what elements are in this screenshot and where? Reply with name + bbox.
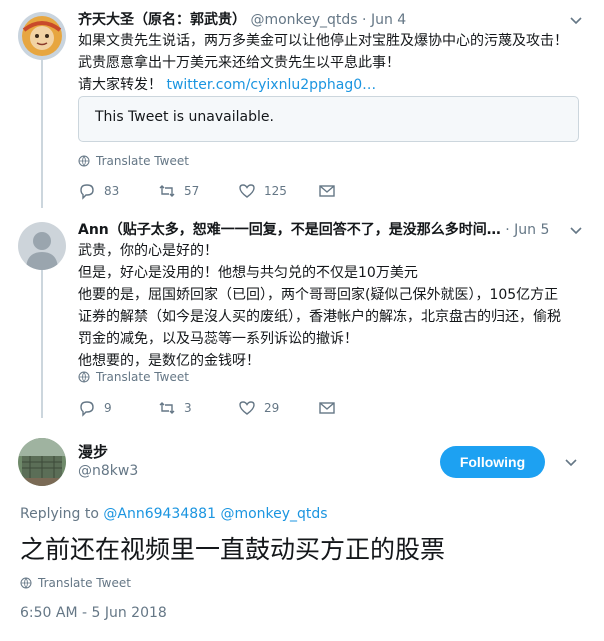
translate-label: Translate Tweet [38,576,131,590]
retweet-button[interactable]: 57 [158,182,238,200]
avatar[interactable] [18,222,66,270]
retweet-icon [159,402,175,414]
avatar[interactable] [18,12,66,60]
tweet-text: 如果文贵先生说话，两万多美金可以让他停止对宝胜及爆协中心的污蔑及攻击！ 武贵愿意… [78,30,568,96]
message-icon [319,185,335,197]
like-count: 29 [264,401,280,415]
display-name[interactable]: 齐天大圣（原名：郭武贵） [78,12,246,28]
tweet-item[interactable]: Ann（贴子太多，恕难一一回复，不是回答不了，是没那么多时间… · Jun 5 … [0,220,604,420]
avatar[interactable] [18,438,66,486]
tweet-actions: 9 3 29 [78,399,336,417]
tweet-date[interactable]: Jun 4 [371,12,406,28]
retweet-button[interactable]: 3 [158,399,238,417]
tweet-date[interactable]: Jun 5 [514,222,549,238]
separator-dot: · [505,222,510,238]
globe-icon [20,577,32,589]
quoted-tweet-unavailable: This Tweet is unavailable. [95,109,274,125]
reply-to-link[interactable]: @Ann69434881 [103,506,216,522]
message-button[interactable] [318,182,336,200]
tweet-line-text: 请大家转发！ [78,77,162,93]
like-icon [239,401,255,415]
message-icon [319,402,335,414]
user-handle[interactable]: @monkey_qtds [250,12,357,28]
display-name[interactable]: Ann（贴子太多，恕难一一回复，不是回答不了，是没那么多时间… [78,222,501,238]
main-tweet-text: 之前还在视频里一直鼓动买方正的股票 [20,535,446,564]
globe-icon [78,371,90,383]
caret-down-icon[interactable] [568,12,584,28]
user-handle[interactable]: @n8kw3 [78,463,138,479]
tweet-line: 他要的是，屈国娇回家（已回），两个哥哥回家(疑似己保外就医），105亿方正 [78,287,559,303]
tweet-line: 他想要的，是数亿的金钱呀！ [78,353,260,369]
translate-label: Translate Tweet [96,154,189,168]
tweet-actions: 83 57 125 [78,182,336,200]
reply-icon [80,401,94,417]
quoted-tweet-card[interactable]: This Tweet is unavailable. [78,96,579,142]
retweet-count: 57 [184,184,200,198]
reply-count: 9 [104,401,112,415]
tweet-line: 证券的解禁（如今是沒人买的废纸），香港帐户的解冻，北京盘古的归还，偷税 [78,309,561,325]
tweet-item[interactable]: 齐天大圣（原名：郭武贵） @monkey_qtds · Jun 4 如果文贵先生… [0,10,604,210]
separator-dot: · [362,12,367,28]
like-button[interactable]: 125 [238,182,318,200]
replying-to: Replying to @Ann69434881 @monkey_qtds [20,506,328,522]
globe-icon [78,155,90,167]
message-button[interactable] [318,399,336,417]
tweet-header: 齐天大圣（原名：郭武贵） @monkey_qtds · Jun 4 [78,10,406,30]
reply-to-link[interactable]: @monkey_qtds [220,506,327,522]
reply-icon [80,184,94,200]
translate-tweet-link[interactable]: Translate Tweet [78,154,189,168]
tweet-line: 罚金的减免，以及马蕊等一系列诉讼的撤诉！ [78,331,358,347]
like-button[interactable]: 29 [238,399,318,417]
tweet-timestamp[interactable]: 6:50 AM - 5 Jun 2018 [20,605,167,621]
retweet-count: 3 [184,401,192,415]
tweet-header: Ann（贴子太多，恕难一一回复，不是回答不了，是没那么多时间… · Jun 5 [78,220,549,240]
tweet-link[interactable]: twitter.com/cyixnlu2pphag0… [166,77,376,93]
retweet-icon [159,185,175,197]
tweet-text: 武贵，你的心是好的！ 但是，好心是没用的！他想与共匀兑的不仅是10万美元 他要的… [78,240,561,372]
display-name[interactable]: 漫步 [78,441,108,462]
caret-down-icon[interactable] [563,454,579,470]
caret-down-icon[interactable] [568,222,584,238]
translate-tweet-link[interactable]: Translate Tweet [78,370,189,384]
tweet-line: 武贵愿意拿出十万美元来还给文贵先生以平息此事！ [78,55,400,71]
following-button[interactable]: Following [440,446,545,478]
tweet-line: 如果文贵先生说话，两万多美金可以让他停止对宝胜及爆协中心的污蔑及攻击！ [78,33,568,49]
tweet-line: 请大家转发！ twitter.com/cyixnlu2pphag0… [78,74,568,96]
reply-button[interactable]: 9 [78,399,158,417]
reply-button[interactable]: 83 [78,182,158,200]
replying-prefix: Replying to [20,506,99,522]
translate-label: Translate Tweet [96,370,189,384]
tweet-line: 但是，好心是没用的！他想与共匀兑的不仅是10万美元 [78,265,418,281]
tweet-line: 武贵，你的心是好的！ [78,243,218,259]
like-icon [239,184,255,198]
like-count: 125 [264,184,287,198]
translate-tweet-link[interactable]: Translate Tweet [20,576,131,590]
reply-count: 83 [104,184,120,198]
